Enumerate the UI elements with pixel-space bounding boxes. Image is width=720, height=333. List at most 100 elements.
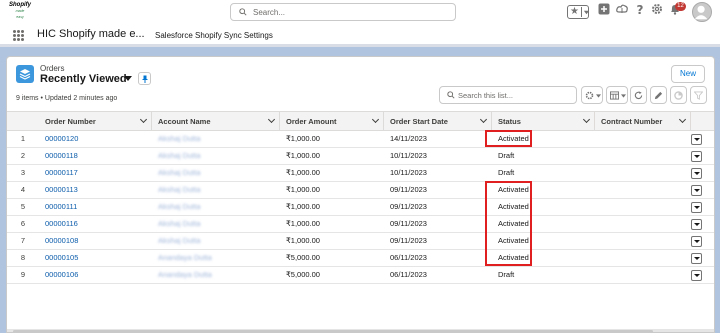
chevron-down-icon[interactable] bbox=[267, 115, 276, 124]
search-icon bbox=[447, 91, 455, 99]
chevron-down-icon[interactable] bbox=[479, 115, 488, 124]
edit-icon bbox=[654, 91, 663, 100]
table-row[interactable]: 4 00000113 Akshaj Dutta ₹1,000.00 09/11/2023… bbox=[7, 182, 714, 199]
table-row[interactable]: 7 00000108 Akshaj Dutta ₹1,000.00 09/11/2023… bbox=[7, 233, 714, 250]
favorites-dropdown[interactable] bbox=[581, 7, 590, 17]
waffle-icon[interactable] bbox=[13, 30, 24, 41]
row-menu-icon[interactable] bbox=[691, 151, 702, 162]
chevron-down-icon bbox=[596, 94, 601, 98]
chevron-down-icon[interactable] bbox=[582, 115, 591, 124]
global-search-placeholder: Search... bbox=[253, 8, 286, 17]
order-start-date: 10/11/2023 bbox=[390, 151, 427, 160]
account-name-link[interactable]: Anandaya Dutta bbox=[158, 267, 212, 283]
table-row[interactable]: 3 00000117 Akshaj Dutta ₹1,000.00 10/11/2023… bbox=[7, 165, 714, 182]
chevron-down-icon[interactable] bbox=[139, 115, 148, 124]
row-menu-icon[interactable] bbox=[691, 134, 702, 145]
order-start-date: 14/11/2023 bbox=[390, 134, 427, 143]
nav-tab-sync-settings[interactable]: Salesforce Shopify Sync Settings bbox=[155, 31, 273, 40]
global-search-input[interactable]: Search... bbox=[230, 3, 456, 21]
account-name-link[interactable]: Anandaya Dutta bbox=[158, 250, 212, 266]
table-row[interactable]: 5 00000111 Akshaj Dutta ₹1,000.00 09/11/2023… bbox=[7, 199, 714, 216]
order-number-link[interactable]: 00000105 bbox=[45, 250, 78, 266]
add-icon[interactable] bbox=[598, 3, 610, 15]
column-header-status[interactable]: Status bbox=[492, 112, 595, 131]
order-status: Draft bbox=[498, 151, 515, 160]
row-number: 2 bbox=[20, 151, 26, 160]
account-name-link[interactable]: Akshaj Dutta bbox=[158, 199, 201, 215]
chart-button[interactable] bbox=[670, 86, 687, 104]
row-menu-icon[interactable] bbox=[691, 202, 702, 213]
order-amount: ₹1,000.00 bbox=[286, 219, 320, 228]
order-number-link[interactable]: 00000116 bbox=[45, 216, 78, 232]
column-header-order-amount[interactable]: Order Amount bbox=[280, 112, 384, 131]
order-number-link[interactable]: 00000111 bbox=[45, 199, 77, 215]
account-name-link[interactable]: Akshaj Dutta bbox=[158, 148, 201, 164]
list-settings-button[interactable] bbox=[581, 86, 603, 104]
account-name-link[interactable]: Akshaj Dutta bbox=[158, 165, 201, 181]
svg-text:?: ? bbox=[637, 3, 644, 15]
table-row[interactable]: 2 00000118 Akshaj Dutta ₹1,000.00 10/11/2023… bbox=[7, 148, 714, 165]
row-number: 5 bbox=[20, 202, 26, 211]
notification-badge: 12 bbox=[675, 2, 686, 11]
account-name-link[interactable]: Akshaj Dutta bbox=[158, 131, 201, 147]
pin-button[interactable] bbox=[138, 72, 151, 85]
column-label: Order Number bbox=[45, 117, 96, 126]
chevron-down-icon[interactable] bbox=[678, 115, 687, 124]
row-number: 9 bbox=[20, 270, 26, 279]
order-number-link[interactable]: 00000113 bbox=[45, 182, 78, 198]
chevron-down-icon[interactable] bbox=[124, 76, 132, 81]
column-header-account-name[interactable]: Account Name bbox=[152, 112, 280, 131]
table-row[interactable]: 6 00000116 Akshaj Dutta ₹1,000.00 09/11/2023… bbox=[7, 216, 714, 233]
refresh-button[interactable] bbox=[630, 86, 647, 104]
row-menu-icon[interactable] bbox=[691, 270, 702, 281]
account-name-link[interactable]: Akshaj Dutta bbox=[158, 182, 201, 198]
list-meta: 9 items • Updated 2 minutes ago bbox=[16, 95, 118, 102]
edit-list-button[interactable] bbox=[650, 86, 667, 104]
row-menu-icon[interactable] bbox=[691, 253, 702, 264]
row-number: 6 bbox=[20, 219, 26, 228]
search-icon bbox=[239, 8, 247, 16]
column-header-order-start-date[interactable]: Order Start Date bbox=[384, 112, 492, 131]
row-menu-icon[interactable] bbox=[691, 185, 702, 196]
table-row[interactable]: 9 00000106 Anandaya Dutta ₹5,000.00 06/11/20… bbox=[7, 267, 714, 284]
order-number-link[interactable]: 00000120 bbox=[45, 131, 78, 147]
row-menu-icon[interactable] bbox=[691, 168, 702, 179]
avatar-icon bbox=[694, 5, 708, 20]
order-start-date: 09/11/2023 bbox=[390, 219, 427, 228]
order-number-link[interactable]: 00000108 bbox=[45, 233, 78, 249]
order-start-date: 06/11/2023 bbox=[390, 253, 427, 262]
favorites-button[interactable]: ★ bbox=[567, 5, 590, 19]
chevron-down-icon[interactable] bbox=[371, 115, 380, 124]
order-number-link[interactable]: 00000118 bbox=[45, 148, 78, 164]
row-number: 1 bbox=[20, 134, 26, 143]
table-row[interactable]: 8 00000105 Anandaya Dutta ₹5,000.00 06/11/20… bbox=[7, 250, 714, 267]
horizontal-scrollbar[interactable] bbox=[7, 329, 714, 332]
row-number: 3 bbox=[20, 168, 26, 177]
table-header: Order Number Account Name Order Amount O… bbox=[7, 111, 714, 131]
logo-line3: easy bbox=[16, 15, 24, 19]
order-number-link[interactable]: 00000117 bbox=[45, 165, 78, 181]
account-name-link[interactable]: Akshaj Dutta bbox=[158, 216, 201, 232]
filter-button[interactable] bbox=[690, 86, 707, 104]
row-menu-icon[interactable] bbox=[691, 219, 702, 230]
avatar[interactable] bbox=[692, 2, 712, 22]
order-number-link[interactable]: 00000106 bbox=[45, 267, 78, 283]
column-header-order-number[interactable]: Order Number bbox=[39, 112, 152, 131]
new-button[interactable]: New bbox=[671, 65, 705, 83]
account-name-link[interactable]: Akshaj Dutta bbox=[158, 233, 201, 249]
company-logo[interactable]: Shopify made easy bbox=[7, 2, 33, 22]
row-menu-icon[interactable] bbox=[691, 236, 702, 247]
order-amount: ₹1,000.00 bbox=[286, 202, 320, 211]
column-header-contract-number[interactable]: Contract Number bbox=[595, 112, 691, 131]
cloud-icon[interactable] bbox=[616, 3, 628, 15]
table-row[interactable]: 1 00000120 Akshaj Dutta ₹1,000.00 14/11/2023… bbox=[7, 131, 714, 148]
list-view-title[interactable]: Recently Viewed bbox=[40, 73, 127, 85]
display-as-button[interactable] bbox=[606, 86, 628, 104]
star-icon: ★ bbox=[570, 6, 579, 17]
help-icon[interactable]: ? bbox=[634, 3, 646, 15]
gear-icon[interactable] bbox=[651, 3, 663, 15]
column-label: Contract Number bbox=[601, 117, 663, 126]
order-amount: ₹1,000.00 bbox=[286, 134, 320, 143]
order-amount: ₹1,000.00 bbox=[286, 236, 320, 245]
list-search-input[interactable]: Search this list... bbox=[439, 86, 577, 104]
